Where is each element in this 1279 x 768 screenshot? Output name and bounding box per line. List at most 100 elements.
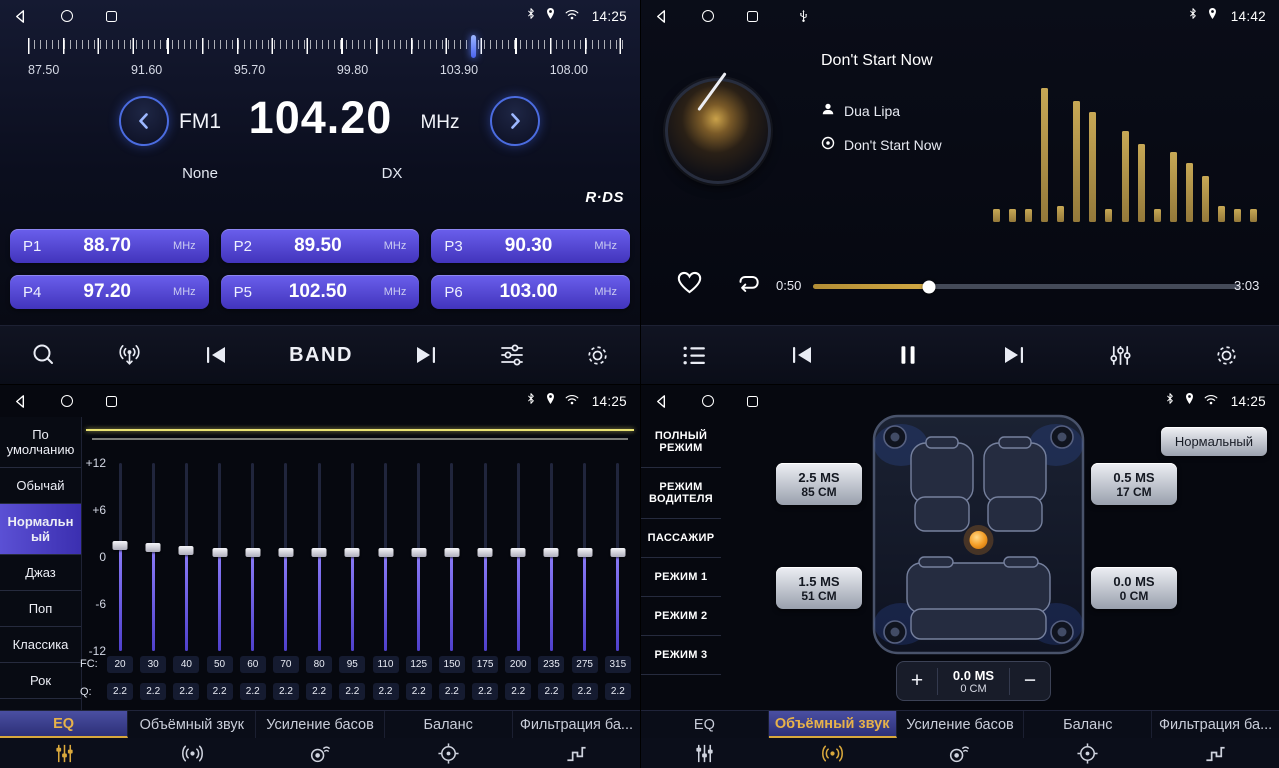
previous-track-icon[interactable] bbox=[789, 344, 815, 366]
eq-slider-thumb[interactable] bbox=[610, 548, 625, 557]
filter-icon[interactable] bbox=[1151, 738, 1279, 768]
settings-gear-icon[interactable] bbox=[1214, 343, 1239, 368]
favorite-heart-icon[interactable] bbox=[676, 270, 703, 300]
eq-band-slider[interactable] bbox=[152, 463, 155, 651]
eq-slider-thumb[interactable] bbox=[444, 548, 459, 557]
band-button[interactable]: BAND bbox=[289, 344, 353, 367]
bass-boost-icon[interactable] bbox=[896, 738, 1024, 768]
back-icon[interactable] bbox=[654, 394, 669, 409]
eq-band-slider[interactable] bbox=[218, 463, 221, 651]
delay-button-front-left[interactable]: 2.5 MS85 CM bbox=[776, 463, 862, 505]
eq-band-slider[interactable] bbox=[450, 463, 453, 651]
home-circle-icon[interactable] bbox=[702, 395, 714, 407]
delay-button-rear-right[interactable]: 0.0 MS0 CM bbox=[1091, 567, 1177, 609]
eq-band-slider[interactable] bbox=[284, 463, 287, 651]
listening-mode-item[interactable]: РЕЖИМ 3 bbox=[641, 636, 721, 675]
eq-slider-thumb[interactable] bbox=[212, 548, 227, 557]
home-circle-icon[interactable] bbox=[61, 10, 73, 22]
delay-decrease-button[interactable]: − bbox=[1010, 662, 1050, 700]
previous-station-icon[interactable] bbox=[203, 344, 229, 366]
eq-slider-thumb[interactable] bbox=[245, 548, 260, 557]
eq-band-slider[interactable] bbox=[583, 463, 586, 651]
recents-square-icon[interactable] bbox=[106, 11, 117, 22]
listening-mode-item[interactable]: РЕЖИМ ВОДИТЕЛЯ bbox=[641, 468, 721, 519]
balance-icon[interactable] bbox=[384, 738, 512, 768]
preset-button-p6[interactable]: P6103.00MHz bbox=[431, 275, 630, 309]
tune-up-button[interactable] bbox=[490, 96, 540, 146]
search-icon[interactable] bbox=[30, 342, 56, 368]
home-circle-icon[interactable] bbox=[702, 10, 714, 22]
eq-band-slider[interactable] bbox=[517, 463, 520, 651]
preset-button-p1[interactable]: P188.70MHz bbox=[10, 229, 209, 263]
surround-sound-icon[interactable] bbox=[769, 738, 897, 768]
eq-slider-thumb[interactable] bbox=[411, 548, 426, 557]
tab-surround[interactable]: Объёмный звук bbox=[769, 711, 897, 738]
eq-preset-item[interactable]: Рок bbox=[0, 663, 81, 699]
progress-thumb[interactable] bbox=[922, 280, 935, 293]
sound-preset-button[interactable]: Нормальный bbox=[1161, 427, 1267, 456]
tab-balance[interactable]: Баланс bbox=[1024, 711, 1152, 738]
eq-band-slider[interactable] bbox=[384, 463, 387, 651]
tab-eq[interactable]: EQ bbox=[641, 711, 769, 738]
tab-surround[interactable]: Объёмный звук bbox=[128, 711, 256, 738]
back-icon[interactable] bbox=[654, 9, 669, 24]
recents-square-icon[interactable] bbox=[106, 396, 117, 407]
repeat-icon[interactable] bbox=[734, 272, 762, 301]
delay-increase-button[interactable]: + bbox=[897, 662, 937, 700]
eq-slider-thumb[interactable] bbox=[378, 548, 393, 557]
preset-button-p2[interactable]: P289.50MHz bbox=[221, 229, 420, 263]
bass-boost-icon[interactable] bbox=[256, 738, 384, 768]
eq-slider-thumb[interactable] bbox=[312, 548, 327, 557]
tab-eq[interactable]: EQ bbox=[0, 711, 128, 738]
eq-band-slider[interactable] bbox=[119, 463, 122, 651]
eq-band-slider[interactable] bbox=[251, 463, 254, 651]
eq-slider-thumb[interactable] bbox=[511, 548, 526, 557]
filter-icon[interactable] bbox=[512, 738, 640, 768]
eq-sliders-icon[interactable] bbox=[0, 738, 128, 768]
eq-preset-item[interactable]: Поп bbox=[0, 591, 81, 627]
delay-button-front-right[interactable]: 0.5 MS17 CM bbox=[1091, 463, 1177, 505]
recents-square-icon[interactable] bbox=[747, 11, 758, 22]
frequency-scale[interactable] bbox=[28, 38, 625, 58]
eq-slider-thumb[interactable] bbox=[113, 541, 128, 550]
listening-mode-item[interactable]: РЕЖИМ 2 bbox=[641, 597, 721, 636]
tab-bass[interactable]: Усиление басов bbox=[897, 711, 1025, 738]
preset-button-p3[interactable]: P390.30MHz bbox=[431, 229, 630, 263]
next-station-icon[interactable] bbox=[413, 344, 439, 366]
eq-slider-thumb[interactable] bbox=[179, 546, 194, 555]
eq-band-slider[interactable] bbox=[550, 463, 553, 651]
delay-button-rear-left[interactable]: 1.5 MS51 CM bbox=[776, 567, 862, 609]
eq-preset-item[interactable]: Джаз bbox=[0, 555, 81, 591]
tab-filter[interactable]: Фильтрация ба... bbox=[513, 711, 640, 738]
listening-mode-item[interactable]: ПАССАЖИР bbox=[641, 519, 721, 558]
settings-gear-icon[interactable] bbox=[585, 343, 610, 368]
eq-preset-item[interactable]: Нормальный bbox=[0, 504, 81, 555]
eq-preset-item[interactable]: По умолчанию bbox=[0, 417, 81, 468]
balance-icon[interactable] bbox=[1024, 738, 1152, 768]
equalizer-icon[interactable] bbox=[499, 343, 525, 367]
eq-slider-thumb[interactable] bbox=[544, 548, 559, 557]
eq-preset-item[interactable]: Классика bbox=[0, 627, 81, 663]
eq-band-slider[interactable] bbox=[484, 463, 487, 651]
preset-button-p5[interactable]: P5102.50MHz bbox=[221, 275, 420, 309]
playlist-icon[interactable] bbox=[681, 344, 708, 367]
listening-mode-item[interactable]: РЕЖИМ 1 bbox=[641, 558, 721, 597]
eq-band-slider[interactable] bbox=[417, 463, 420, 651]
pause-icon[interactable] bbox=[896, 343, 920, 367]
eq-band-slider[interactable] bbox=[351, 463, 354, 651]
home-circle-icon[interactable] bbox=[61, 395, 73, 407]
eq-band-slider[interactable] bbox=[185, 463, 188, 651]
tab-filter[interactable]: Фильтрация ба... bbox=[1152, 711, 1279, 738]
eq-sliders-icon[interactable] bbox=[641, 738, 769, 768]
next-track-icon[interactable] bbox=[1001, 344, 1027, 366]
recents-square-icon[interactable] bbox=[747, 396, 758, 407]
eq-slider-thumb[interactable] bbox=[577, 548, 592, 557]
preset-button-p4[interactable]: P497.20MHz bbox=[10, 275, 209, 309]
eq-band-slider[interactable] bbox=[318, 463, 321, 651]
eq-slider-thumb[interactable] bbox=[278, 548, 293, 557]
listening-mode-item[interactable]: ПОЛНЫЙ РЕЖИМ bbox=[641, 417, 721, 468]
eq-band-slider[interactable] bbox=[616, 463, 619, 651]
back-icon[interactable] bbox=[13, 394, 28, 409]
eq-slider-thumb[interactable] bbox=[146, 543, 161, 552]
tab-bass[interactable]: Усиление басов bbox=[256, 711, 384, 738]
